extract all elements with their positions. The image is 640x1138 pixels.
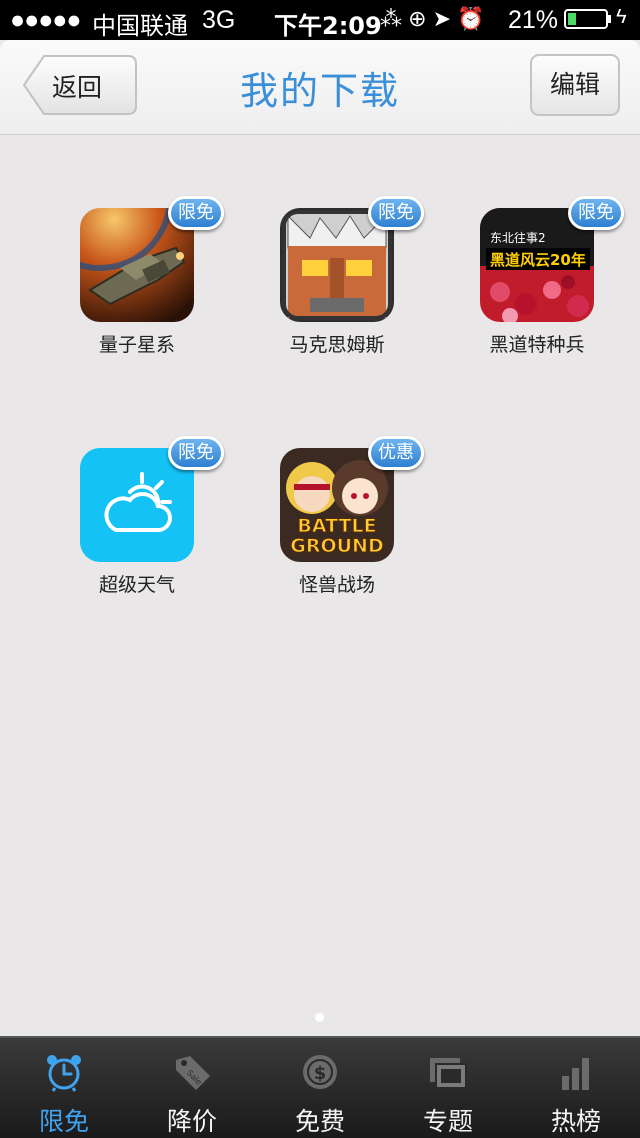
- battery-percent: 21%: [508, 6, 559, 34]
- tab-label: 限免: [38, 1107, 89, 1136]
- app-item-super-weather[interactable]: 限免 超级天气: [0, 374, 224, 596]
- tab-bar: 限免 Sale 降价 $ 免费 专题 热榜: [0, 1036, 640, 1138]
- cover-word-ground: GROUND: [290, 535, 383, 557]
- battery-tip: [608, 15, 611, 23]
- picture-frames-icon: [430, 1058, 467, 1089]
- app-item-monster-battleground[interactable]: BATTLE GROUND 优惠 怪兽战场: [200, 374, 424, 596]
- tab-label: 热榜: [550, 1107, 601, 1136]
- app-item-gang-soldier[interactable]: 东北往事2 黑道风云20年 限免 黑道特种兵: [400, 134, 624, 356]
- page-indicator-dot: [315, 1013, 324, 1022]
- tab-label: 降价: [166, 1107, 217, 1136]
- app-item-quantum-galaxy[interactable]: 限免 量子星系: [0, 134, 224, 356]
- navigation-bar: 返回 我的下载 编辑: [0, 40, 640, 135]
- alarm-clock-icon: [47, 1055, 81, 1092]
- status-icons: ⁂ ⊕ ➤ ⏰: [380, 6, 485, 31]
- charging-icon: ϟ: [616, 6, 627, 28]
- dollar-coin-icon: $: [303, 1055, 337, 1089]
- tab-topics[interactable]: 专题: [384, 1038, 512, 1138]
- cover-word-battle: BATTLE: [297, 515, 376, 537]
- tab-limited-free[interactable]: 限免: [0, 1038, 128, 1138]
- status-time: 下午2:09: [274, 12, 382, 40]
- tab-free[interactable]: $ 免费: [256, 1038, 384, 1138]
- sale-tag-icon: Sale: [176, 1056, 210, 1090]
- cover-subtitle: 东北往事2: [490, 230, 546, 245]
- app-name: 黑道特种兵: [489, 334, 585, 356]
- tab-label: 专题: [422, 1107, 473, 1136]
- cover-title: 黑道风云20年: [490, 251, 586, 269]
- svg-text:$: $: [314, 1063, 327, 1084]
- tab-hot-list[interactable]: 热榜: [512, 1038, 640, 1138]
- carrier-name: 中国联通: [92, 12, 188, 40]
- battery-icon: [564, 9, 608, 29]
- app-name: 怪兽战场: [298, 574, 375, 596]
- signal-strength-icon: ●●●●●: [10, 6, 82, 34]
- tab-label: 免费: [294, 1107, 345, 1136]
- network-type: 3G: [202, 6, 236, 34]
- status-bar: ●●●●● 中国联通 3G 下午2:09 ⁂ ⊕ ➤ ⏰ 21% ϟ: [0, 0, 640, 40]
- discount-badge: 优惠: [368, 436, 424, 470]
- tab-price-drop[interactable]: Sale 降价: [128, 1038, 256, 1138]
- free-badge: 限免: [568, 196, 624, 230]
- app-item-maximus[interactable]: 限免 马克思姆斯: [200, 134, 424, 356]
- bar-chart-icon: [562, 1058, 589, 1090]
- edit-button[interactable]: 编辑: [530, 54, 620, 116]
